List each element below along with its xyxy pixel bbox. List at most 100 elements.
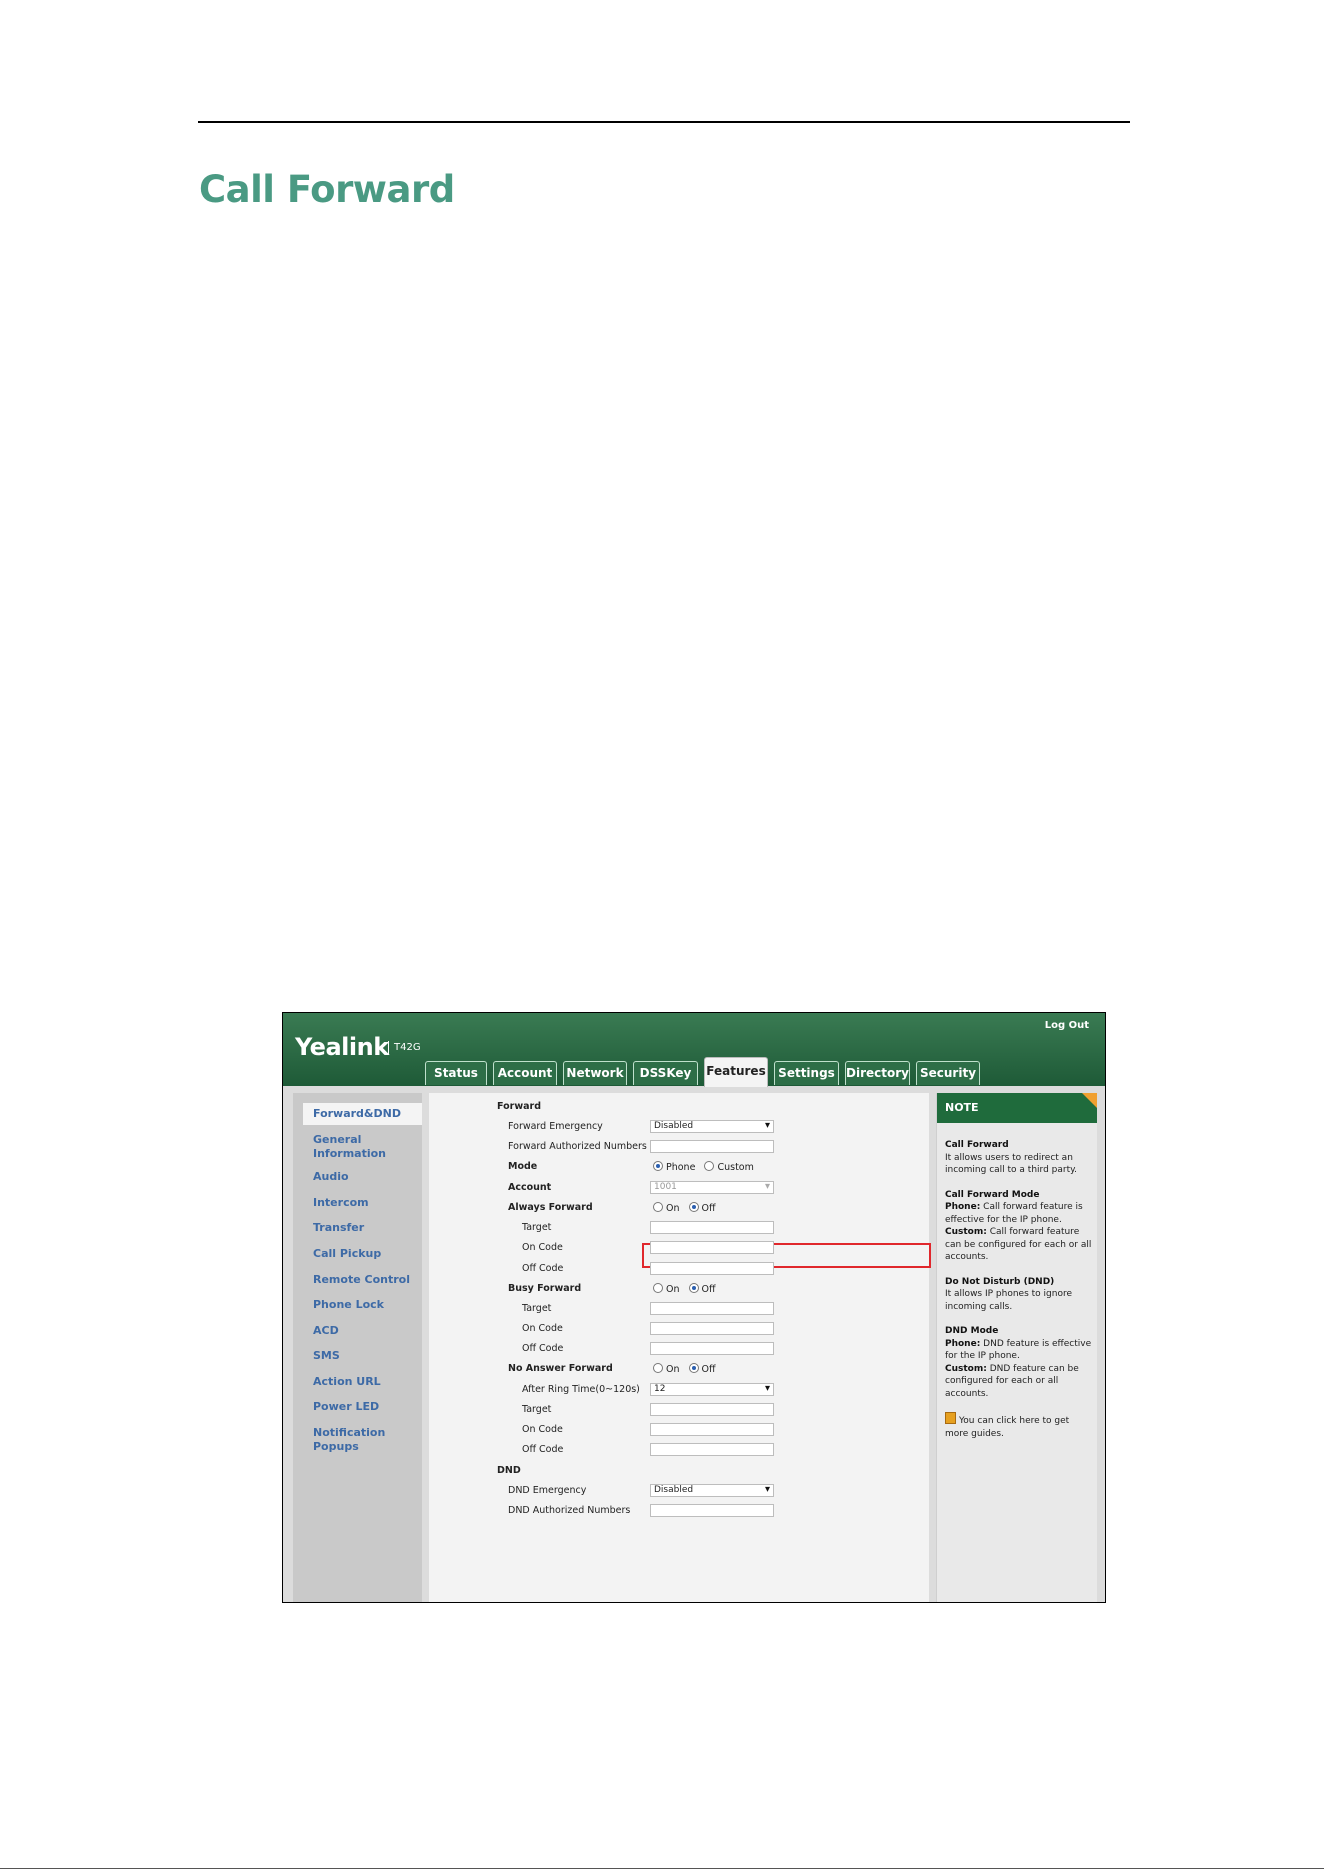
always-on-code-label: On Code [522,1242,563,1253]
forward-section-heading: Forward [497,1101,541,1112]
no-answer-off-code-label: Off Code [522,1444,564,1455]
busy-forward-off-radio[interactable] [688,1283,699,1293]
no-answer-off-code-input[interactable] [650,1443,774,1456]
always-off-code-label: Off Code [522,1263,564,1274]
logout-link[interactable]: Log Out [1045,1020,1089,1031]
busy-on-code-input[interactable] [650,1322,774,1335]
note-cf-mode-title: Call Forward Mode [945,1189,1040,1200]
note-call-forward-text: It allows users to redirect an incoming … [945,1152,1078,1176]
page-title: Call Forward [199,168,455,211]
forward-emergency-label: Forward Emergency [508,1121,603,1132]
mode-phone-label: Phone [666,1162,696,1173]
sidebar-item-transfer[interactable]: Transfer [313,1221,364,1235]
form-panel: Forward Forward Emergency Disabled Forwa… [429,1093,931,1602]
busy-target-input[interactable] [650,1302,774,1315]
always-forward-radio-group: On Off [653,1202,716,1214]
forward-emergency-select[interactable]: Disabled [650,1120,774,1133]
sidebar-item-audio[interactable]: Audio [313,1170,349,1184]
tab-settings[interactable]: Settings [774,1061,839,1085]
sidebar-item-sms[interactable]: SMS [313,1349,340,1363]
tab-account[interactable]: Account [493,1061,557,1085]
mode-custom-label: Custom [717,1162,754,1173]
always-on-code-input[interactable] [650,1241,774,1254]
dnd-authorized-label: DND Authorized Numbers [508,1505,631,1516]
dnd-authorized-input[interactable] [650,1504,774,1517]
dnd-emergency-select[interactable]: Disabled [650,1484,774,1497]
note-cf-phone-label: Phone: [945,1202,981,1212]
note-body: Call Forward It allows users to redirect … [945,1139,1093,1452]
note-dnd-mode-title: DND Mode [945,1326,999,1336]
no-answer-target-label: Target [522,1404,552,1415]
busy-off-code-input[interactable] [650,1342,774,1355]
brand-logo: Yealink [295,1033,389,1061]
busy-forward-label: Busy Forward [508,1283,582,1294]
busy-forward-on-radio[interactable] [653,1283,663,1293]
note-dnd-custom-label: Custom: [945,1363,987,1374]
no-answer-on-code-input[interactable] [650,1423,774,1436]
no-answer-forward-on-label: On [666,1364,680,1375]
forward-authorized-input[interactable] [650,1140,774,1153]
always-forward-on-label: On [666,1203,680,1214]
busy-forward-off-label: Off [701,1284,716,1295]
tab-features[interactable]: Features [704,1057,768,1087]
dnd-emergency-label: DND Emergency [508,1485,587,1496]
guide-book-icon[interactable] [945,1412,956,1424]
after-ring-time-select[interactable]: 12 [650,1383,774,1396]
sidebar-item-forward-dnd[interactable]: Forward&DND [313,1107,401,1121]
busy-off-code-label: Off Code [522,1343,564,1354]
account-select[interactable]: 1001 [650,1181,774,1194]
mode-custom-radio[interactable] [704,1161,715,1171]
mode-phone-radio[interactable] [653,1161,663,1171]
always-forward-off-radio[interactable] [688,1202,699,1212]
always-off-code-input[interactable] [650,1262,774,1275]
note-guide-link[interactable]: You can click here to get more guides. [945,1416,1069,1439]
no-answer-forward-label: No Answer Forward [508,1363,613,1374]
sidebar-item-notification-popups[interactable]: Notification Popups [313,1426,422,1454]
after-ring-time-label: After Ring Time(0~120s) [522,1384,640,1395]
mode-label: Mode [508,1161,538,1172]
forward-authorized-label: Forward Authorized Numbers [508,1141,647,1152]
sidebar-item-power-led[interactable]: Power LED [313,1400,379,1414]
no-answer-forward-radio-group: On Off [653,1363,716,1375]
dnd-section-heading: DND [497,1465,521,1476]
sidebar-item-intercom[interactable]: Intercom [313,1196,369,1210]
note-header: NOTE [937,1093,1097,1123]
footer-rule [0,1868,1324,1869]
always-target-label: Target [522,1222,552,1233]
tab-dsskey[interactable]: DSSKey [633,1061,698,1085]
sidebar: Forward&DND General Information Audio In… [293,1093,422,1602]
sidebar-item-call-pickup[interactable]: Call Pickup [313,1247,381,1261]
busy-on-code-label: On Code [522,1323,563,1334]
note-call-forward-title: Call Forward [945,1140,1009,1150]
note-corner-icon [1082,1093,1097,1108]
note-dnd-phone-label: Phone: [945,1338,981,1349]
sidebar-item-acd[interactable]: ACD [313,1324,339,1338]
tab-directory[interactable]: Directory [845,1061,910,1085]
no-answer-on-code-label: On Code [522,1424,563,1435]
no-answer-forward-off-radio[interactable] [688,1363,699,1373]
model-label: T42G [388,1041,421,1055]
sidebar-item-general-information[interactable]: General Information [313,1133,393,1161]
no-answer-forward-off-label: Off [701,1364,716,1375]
busy-target-label: Target [522,1303,552,1314]
no-answer-forward-on-radio[interactable] [653,1363,663,1373]
tab-status[interactable]: Status [425,1061,487,1085]
no-answer-target-input[interactable] [650,1403,774,1416]
always-forward-on-radio[interactable] [653,1202,663,1212]
busy-forward-radio-group: On Off [653,1283,716,1295]
always-target-input[interactable] [650,1221,774,1234]
note-dnd-title: Do Not Disturb (DND) [945,1276,1055,1287]
note-dnd-text: It allows IP phones to ignore incoming c… [945,1289,1072,1312]
always-forward-label: Always Forward [508,1202,593,1213]
mode-radio-group: Phone Custom [653,1161,754,1173]
top-bar: Yealink T42G Log Out Status Account Netw… [283,1013,1105,1087]
sidebar-item-action-url[interactable]: Action URL [313,1375,381,1389]
tab-security[interactable]: Security [916,1061,980,1085]
note-cf-custom-label: Custom: [945,1227,987,1237]
always-forward-off-label: Off [701,1203,716,1214]
sidebar-item-remote-control[interactable]: Remote Control [313,1273,410,1287]
note-panel: NOTE Call Forward It allows users to redi… [936,1093,1097,1602]
tab-network[interactable]: Network [563,1061,627,1085]
web-ui-screenshot: Yealink T42G Log Out Status Account Netw… [282,1012,1106,1603]
sidebar-item-phone-lock[interactable]: Phone Lock [313,1298,384,1312]
